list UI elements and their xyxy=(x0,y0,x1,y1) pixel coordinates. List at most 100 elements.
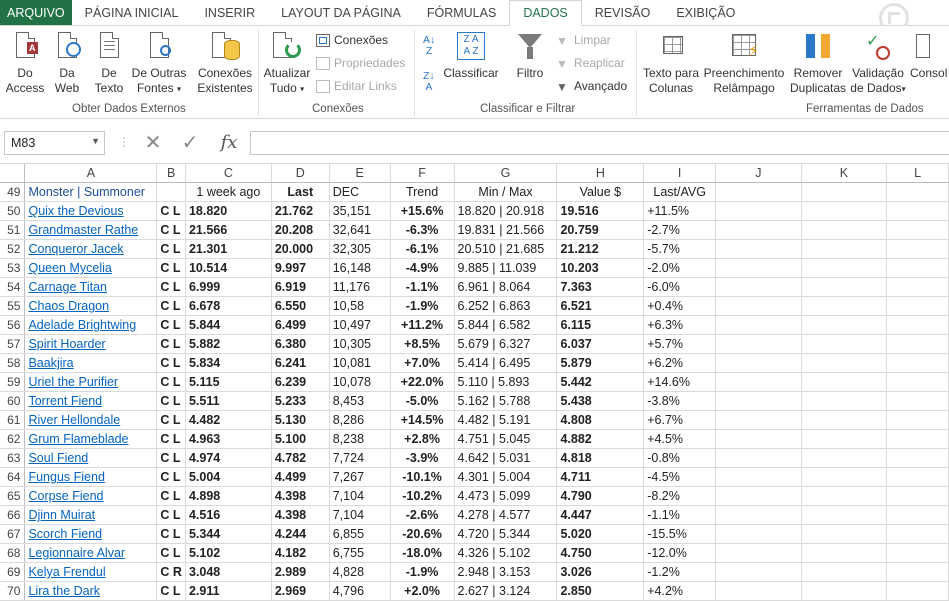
dec-cell[interactable]: 10,081 xyxy=(329,353,391,373)
monster-name-cell[interactable]: Uriel the Purifier xyxy=(24,372,158,392)
dec-cell[interactable]: 7,104 xyxy=(329,505,391,525)
from-other-sources-button[interactable]: De Outras Fontes ▾ xyxy=(130,30,188,96)
empty-cell[interactable] xyxy=(715,562,802,582)
dec-cell[interactable]: 6,755 xyxy=(329,543,391,563)
value-cell[interactable]: 4.818 xyxy=(556,448,645,468)
value-cell[interactable]: 4.750 xyxy=(556,543,645,563)
column-header-k[interactable]: K xyxy=(801,164,888,183)
reapply-button[interactable]: ▼ Reaplicar xyxy=(556,56,625,71)
monster-link[interactable]: Torrent Fiend xyxy=(28,394,102,408)
empty-cell[interactable] xyxy=(715,277,802,297)
last-avg-cell[interactable]: -6.0% xyxy=(643,277,717,297)
empty-cell[interactable] xyxy=(801,220,888,240)
dec-cell[interactable]: 10,497 xyxy=(329,315,391,335)
row-header[interactable]: 60 xyxy=(0,391,26,411)
type-cell[interactable]: C L xyxy=(156,334,186,354)
type-cell[interactable]: C L xyxy=(156,296,186,316)
last-cell[interactable]: 5.233 xyxy=(271,391,330,411)
monster-link[interactable]: Grandmaster Rathe xyxy=(28,223,138,237)
last-cell[interactable]: 20.000 xyxy=(271,239,330,259)
empty-cell[interactable] xyxy=(715,467,802,487)
row-header[interactable]: 58 xyxy=(0,353,26,373)
advanced-filter-button[interactable]: ▼ Avançado xyxy=(556,79,627,94)
value-cell[interactable]: 10.203 xyxy=(556,258,645,278)
type-cell[interactable]: C L xyxy=(156,201,186,221)
dec-cell[interactable]: 4,796 xyxy=(329,581,391,601)
last-cell[interactable]: 6.919 xyxy=(271,277,330,297)
dec-cell[interactable]: 11,176 xyxy=(329,277,391,297)
type-cell[interactable]: C L xyxy=(156,467,186,487)
tab-file[interactable]: ARQUIVO xyxy=(0,0,72,25)
empty-cell[interactable] xyxy=(801,429,888,449)
monster-name-cell[interactable]: Chaos Dragon xyxy=(24,296,158,316)
last-avg-cell[interactable]: -2.7% xyxy=(643,220,717,240)
last-avg-cell[interactable]: -15.5% xyxy=(643,524,717,544)
type-cell[interactable]: C L xyxy=(156,410,186,430)
empty-cell[interactable] xyxy=(715,391,802,411)
dec-cell[interactable]: 7,267 xyxy=(329,467,391,487)
text-to-columns-button[interactable]: Texto para Colunas xyxy=(640,30,702,96)
week-ago-cell[interactable]: 10.514 xyxy=(185,258,272,278)
monster-name-cell[interactable]: Adelade Brightwing xyxy=(24,315,158,335)
type-cell[interactable]: C L xyxy=(156,372,186,392)
column-header-g[interactable]: G xyxy=(454,164,558,183)
value-cell[interactable]: 7.363 xyxy=(556,277,645,297)
min-max-cell[interactable]: 4.301 | 5.004 xyxy=(454,467,558,487)
empty-cell[interactable] xyxy=(801,372,888,392)
empty-cell[interactable] xyxy=(801,581,888,601)
dec-cell[interactable]: 8,453 xyxy=(329,391,391,411)
empty-cell[interactable] xyxy=(715,258,802,278)
empty-cell[interactable] xyxy=(715,581,802,601)
type-cell[interactable]: C L xyxy=(156,429,186,449)
min-max-cell[interactable]: 4.482 | 5.191 xyxy=(454,410,558,430)
trend-cell[interactable]: -1.9% xyxy=(390,296,455,316)
last-avg-cell[interactable]: -12.0% xyxy=(643,543,717,563)
existing-connections-button[interactable]: Conexões Existentes xyxy=(196,30,254,96)
week-ago-cell[interactable]: 4.898 xyxy=(185,486,272,506)
week-ago-cell[interactable]: 21.301 xyxy=(185,239,272,259)
empty-cell[interactable] xyxy=(886,372,949,392)
dec-cell[interactable]: 35,151 xyxy=(329,201,391,221)
insert-function-button[interactable]: fx xyxy=(214,131,244,155)
column-header-c[interactable]: C xyxy=(185,164,272,183)
empty-cell[interactable] xyxy=(715,201,802,221)
value-cell[interactable]: 5.020 xyxy=(556,524,645,544)
column-header-i[interactable]: I xyxy=(643,164,717,183)
monster-link[interactable]: Spirit Hoarder xyxy=(28,337,105,351)
trend-cell[interactable]: +8.5% xyxy=(390,334,455,354)
row-header[interactable]: 69 xyxy=(0,562,26,582)
week-ago-cell[interactable]: 4.974 xyxy=(185,448,272,468)
empty-cell[interactable] xyxy=(801,239,888,259)
week-ago-cell[interactable]: 6.678 xyxy=(185,296,272,316)
min-max-cell[interactable]: 2.627 | 3.124 xyxy=(454,581,558,601)
monster-link[interactable]: Corpse Fiend xyxy=(28,489,103,503)
empty-cell[interactable] xyxy=(886,182,949,202)
monster-link[interactable]: River Hellondale xyxy=(28,413,120,427)
last-cell[interactable]: 4.398 xyxy=(271,505,330,525)
row-header[interactable]: 64 xyxy=(0,467,26,487)
last-avg-cell[interactable]: -0.8% xyxy=(643,448,717,468)
last-cell[interactable]: 5.100 xyxy=(271,429,330,449)
value-cell[interactable]: 20.759 xyxy=(556,220,645,240)
type-cell[interactable]: C L xyxy=(156,543,186,563)
trend-cell[interactable]: -5.0% xyxy=(390,391,455,411)
last-cell[interactable]: 4.182 xyxy=(271,543,330,563)
tab-data[interactable]: DADOS xyxy=(509,0,582,26)
connections-button[interactable]: Conexões xyxy=(316,33,388,47)
empty-cell[interactable] xyxy=(801,524,888,544)
min-max-cell[interactable]: 18.820 | 20.918 xyxy=(454,201,558,221)
value-cell[interactable]: 19.516 xyxy=(556,201,645,221)
dec-cell[interactable]: 8,238 xyxy=(329,429,391,449)
tab-home[interactable]: PÁGINA INICIAL xyxy=(72,0,192,25)
empty-cell[interactable] xyxy=(801,467,888,487)
trend-cell[interactable]: +15.6% xyxy=(390,201,455,221)
trend-cell[interactable]: -10.2% xyxy=(390,486,455,506)
column-header-d[interactable]: D xyxy=(271,164,330,183)
empty-cell[interactable] xyxy=(886,429,949,449)
min-max-cell[interactable]: 20.510 | 21.685 xyxy=(454,239,558,259)
min-max-cell[interactable]: 9.885 | 11.039 xyxy=(454,258,558,278)
last-cell[interactable]: 20.208 xyxy=(271,220,330,240)
monster-link[interactable]: Kelya Frendul xyxy=(28,565,105,579)
dec-cell[interactable]: 10,305 xyxy=(329,334,391,354)
monster-link[interactable]: Chaos Dragon xyxy=(28,299,109,313)
